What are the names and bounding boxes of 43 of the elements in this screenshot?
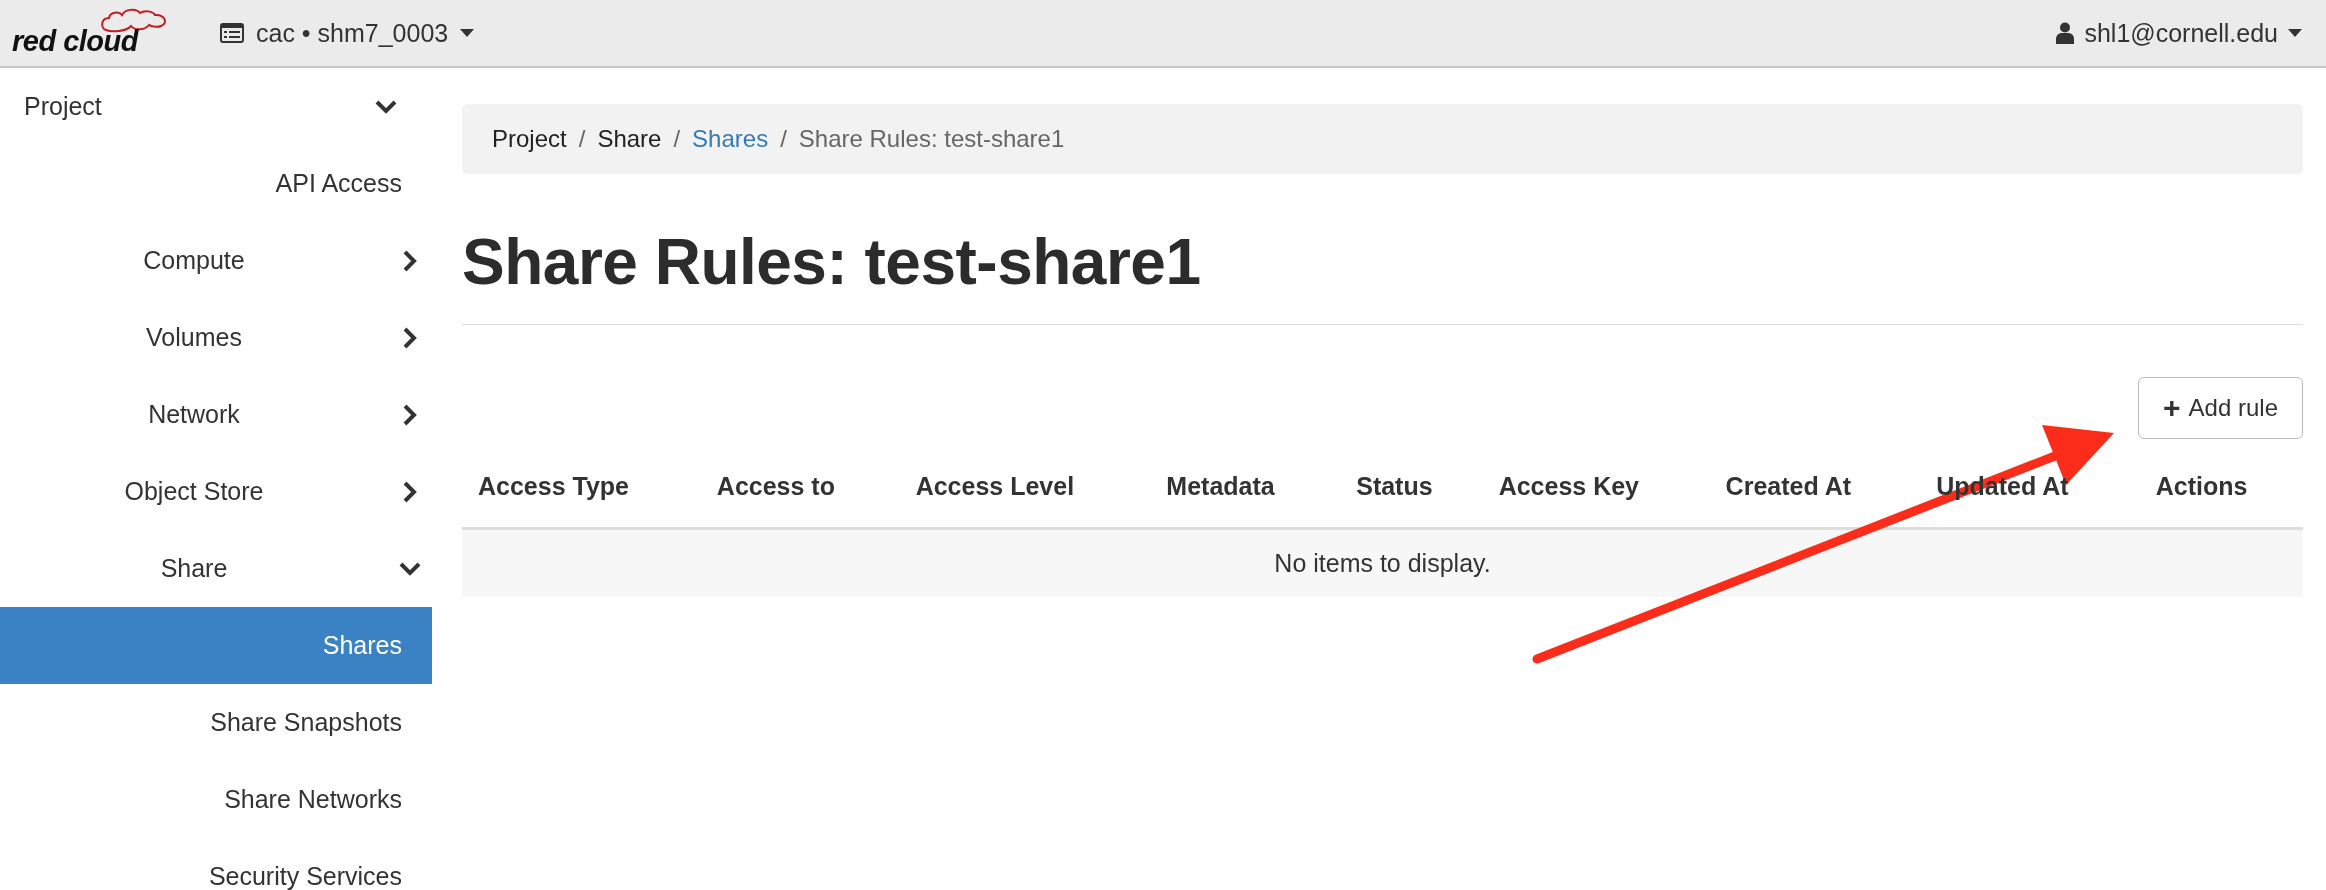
- user-menu[interactable]: shl1@cornell.edu: [2056, 18, 2302, 48]
- breadcrumb-item: Share: [597, 125, 662, 153]
- chevron-down-icon: [399, 561, 421, 576]
- breadcrumb-separator: /: [672, 125, 682, 153]
- sidebar-item[interactable]: API Access: [0, 145, 432, 222]
- column-header[interactable]: Metadata: [1150, 471, 1341, 501]
- column-header[interactable]: Created At: [1709, 471, 1921, 501]
- sidebar-item[interactable]: Security Services: [0, 838, 432, 890]
- caret-icon: [460, 28, 475, 38]
- breadcrumb-separator: /: [779, 125, 788, 153]
- column-header[interactable]: Actions: [2139, 471, 2303, 501]
- chevron-right-icon: [403, 249, 417, 272]
- chevron-right-icon: [403, 480, 417, 503]
- column-header[interactable]: Access to: [700, 471, 900, 501]
- sidebar-item[interactable]: Share Snapshots: [0, 684, 432, 761]
- chevron-right-icon: [403, 403, 417, 426]
- chevron-down-icon: [375, 99, 397, 114]
- sidebar-item[interactable]: Share: [0, 530, 432, 607]
- sidebar-item[interactable]: Share Networks: [0, 761, 432, 838]
- breadcrumb-item: Project: [492, 125, 567, 153]
- breadcrumb-item: Share Rules: test-share1: [798, 125, 1065, 153]
- breadcrumb-separator: /: [577, 125, 587, 153]
- caret-icon: [2288, 28, 2302, 38]
- sidebar-item[interactable]: Project: [0, 68, 432, 145]
- logo-text[interactable]: red cloud: [12, 25, 138, 58]
- chevron-right-icon: [403, 326, 417, 349]
- breadcrumb-link[interactable]: Shares: [692, 125, 769, 153]
- column-header[interactable]: Access Key: [1482, 471, 1710, 501]
- add-rule-button[interactable]: + Add rule: [2138, 377, 2303, 439]
- user-icon: [2056, 22, 2075, 44]
- column-header[interactable]: Access Level: [899, 471, 1151, 501]
- column-header[interactable]: Status: [1340, 471, 1483, 501]
- sidebar-item[interactable]: Object Store: [0, 453, 432, 530]
- sidebar-item[interactable]: Network: [0, 376, 432, 453]
- project-switcher[interactable]: cac • shm7_0003: [220, 18, 475, 48]
- sidebar-item[interactable]: Shares: [0, 607, 432, 684]
- sidebar-item[interactable]: Compute: [0, 222, 432, 299]
- list-icon: [220, 23, 244, 43]
- page-title: Share Rules: test-share1: [462, 225, 1202, 300]
- plus-icon: +: [2163, 393, 2181, 423]
- sidebar-item[interactable]: Volumes: [0, 299, 432, 376]
- empty-table-message: No items to display.: [462, 530, 2303, 597]
- column-header[interactable]: Access Type: [462, 471, 701, 501]
